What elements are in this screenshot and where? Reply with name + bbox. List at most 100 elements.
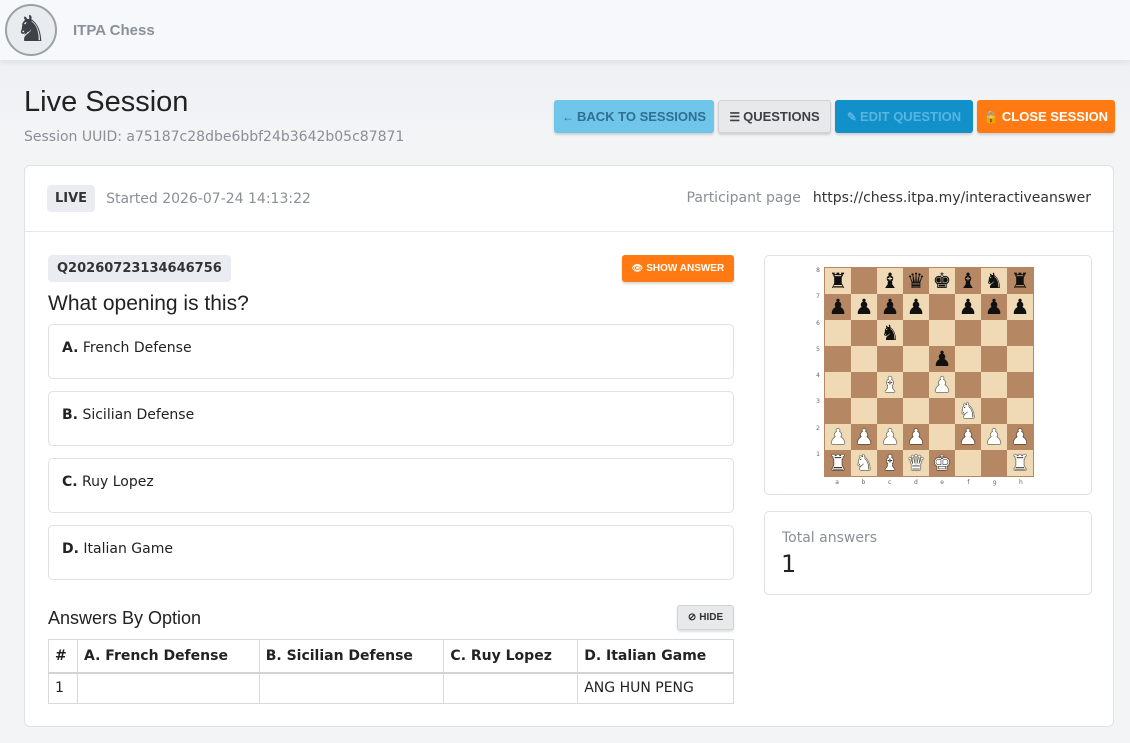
board-square-d2[interactable]: ♟ [903, 424, 929, 450]
board-square-d3[interactable] [903, 398, 929, 424]
board-square-c7[interactable]: ♟ [877, 294, 903, 320]
board-square-d1[interactable]: ♛ [903, 450, 929, 476]
board-square-h4[interactable] [1007, 372, 1033, 398]
board-square-e1[interactable]: ♚ [929, 450, 955, 476]
board-square-b2[interactable]: ♟ [851, 424, 877, 450]
board-square-a5[interactable] [825, 346, 851, 372]
board-square-h6[interactable] [1007, 320, 1033, 346]
black-pawn-icon: ♟ [984, 294, 1004, 319]
board-square-c1[interactable]: ♝ [877, 450, 903, 476]
board-square-h3[interactable] [1007, 398, 1033, 424]
board-square-d4[interactable] [903, 372, 929, 398]
white-pawn-icon: ♟ [906, 424, 926, 449]
board-square-d6[interactable] [903, 320, 929, 346]
board-square-b4[interactable] [851, 372, 877, 398]
board-square-d8[interactable]: ♛ [903, 268, 929, 294]
board-square-e8[interactable]: ♚ [929, 268, 955, 294]
board-square-f4[interactable] [955, 372, 981, 398]
board-square-b3[interactable] [851, 398, 877, 424]
white-pawn-icon: ♟ [880, 424, 900, 449]
board-square-g2[interactable]: ♟ [981, 424, 1007, 450]
board-square-c6[interactable]: ♞ [877, 320, 903, 346]
board-square-e6[interactable] [929, 320, 955, 346]
white-bishop-icon: ♝ [880, 450, 900, 475]
file-label: e [940, 479, 944, 486]
board-square-f3[interactable]: ♞ [955, 398, 981, 424]
option-d[interactable]: D. Italian Game [48, 525, 734, 580]
board-square-a2[interactable]: ♟ [825, 424, 851, 450]
option-b[interactable]: B. Sicilian Defense [48, 391, 734, 446]
back-to-sessions-button[interactable]: ← BACK TO SESSIONS [554, 100, 714, 133]
board-square-f8[interactable]: ♝ [955, 268, 981, 294]
file-label: g [992, 479, 997, 486]
board-square-e7[interactable] [929, 294, 955, 320]
brand-name[interactable]: ITPA Chess [73, 22, 155, 39]
board-square-f6[interactable] [955, 320, 981, 346]
edit-question-button[interactable]: ✎ EDIT QUESTION [835, 100, 973, 133]
answers-table-header: # A. French Defense B. Sicilian Defense … [48, 639, 734, 674]
board-square-c2[interactable]: ♟ [877, 424, 903, 450]
participant-page-url[interactable]: https://chess.itpa.my/interactiveanswer [813, 190, 1091, 206]
board-square-e3[interactable] [929, 398, 955, 424]
board-square-g5[interactable] [981, 346, 1007, 372]
hide-button[interactable]: ⊘ HIDE [677, 605, 734, 630]
board-square-d7[interactable]: ♟ [903, 294, 929, 320]
option-c[interactable]: C. Ruy Lopez [48, 458, 734, 513]
option-letter: B. [62, 407, 78, 423]
board-square-a6[interactable] [825, 320, 851, 346]
board-square-c8[interactable]: ♝ [877, 268, 903, 294]
question-text: What opening is this? [48, 292, 249, 315]
knight-logo-icon[interactable]: ♞ [5, 4, 57, 56]
board-square-c4[interactable]: ♝ [877, 372, 903, 398]
chess-board[interactable]: ♜ ♝ ♛ ♚ ♝ ♞ ♜ ♟ ♟ ♟ ♟ ♟ ♟ ♟ ♞ ♟ ♝ ♟ ♞ ♟ ♟ ♟ ♟ ♟ ♟ ♟ ♜ ♞ ♝ ♛ ♚ ♜ [824, 267, 1034, 477]
board-square-a1[interactable]: ♜ [825, 450, 851, 476]
board-square-b1[interactable]: ♞ [851, 450, 877, 476]
board-square-h8[interactable]: ♜ [1007, 268, 1033, 294]
board-square-e5[interactable]: ♟ [929, 346, 955, 372]
show-answer-label: SHOW ANSWER [646, 263, 725, 274]
white-bishop-icon: ♝ [880, 372, 900, 397]
board-square-h7[interactable]: ♟ [1007, 294, 1033, 320]
file-label: c [887, 479, 892, 486]
board-square-d5[interactable] [903, 346, 929, 372]
black-bishop-icon: ♝ [958, 268, 978, 293]
board-square-a7[interactable]: ♟ [825, 294, 851, 320]
white-pawn-icon: ♟ [854, 424, 874, 449]
board-square-h5[interactable] [1007, 346, 1033, 372]
board-square-c3[interactable] [877, 398, 903, 424]
board-square-b6[interactable] [851, 320, 877, 346]
board-square-e2[interactable] [929, 424, 955, 450]
board-square-b7[interactable]: ♟ [851, 294, 877, 320]
board-square-e4[interactable]: ♟ [929, 372, 955, 398]
board-square-b8[interactable] [851, 268, 877, 294]
board-square-g8[interactable]: ♞ [981, 268, 1007, 294]
lock-icon: 🔒 [983, 109, 999, 124]
show-answer-button[interactable]: 👁 SHOW ANSWER [622, 255, 734, 282]
board-square-a4[interactable] [825, 372, 851, 398]
option-a[interactable]: A. French Defense [48, 324, 734, 379]
board-square-a3[interactable] [825, 398, 851, 424]
board-square-g4[interactable] [981, 372, 1007, 398]
board-square-g1[interactable] [981, 450, 1007, 476]
option-text: Italian Game [83, 541, 173, 557]
close-session-button[interactable]: 🔒 CLOSE SESSION [977, 100, 1115, 133]
board-square-g7[interactable]: ♟ [981, 294, 1007, 320]
rank-label: 2 [816, 424, 820, 432]
board-square-g6[interactable] [981, 320, 1007, 346]
board-square-h1[interactable]: ♜ [1007, 450, 1033, 476]
white-rook-icon: ♜ [828, 450, 848, 475]
arrow-left-icon: ← [561, 109, 574, 124]
board-square-h2[interactable]: ♟ [1007, 424, 1033, 450]
board-square-c5[interactable] [877, 346, 903, 372]
board-square-a8[interactable]: ♜ [825, 268, 851, 294]
option-text: Sicilian Defense [82, 407, 195, 423]
board-square-f1[interactable] [955, 450, 981, 476]
board-square-f7[interactable]: ♟ [955, 294, 981, 320]
board-square-g3[interactable] [981, 398, 1007, 424]
questions-button[interactable]: ☰ QUESTIONS [718, 100, 831, 133]
black-rook-icon: ♜ [828, 268, 848, 293]
board-square-f2[interactable]: ♟ [955, 424, 981, 450]
edit-icon: ✎ [846, 109, 857, 124]
board-square-b5[interactable] [851, 346, 877, 372]
board-square-f5[interactable] [955, 346, 981, 372]
